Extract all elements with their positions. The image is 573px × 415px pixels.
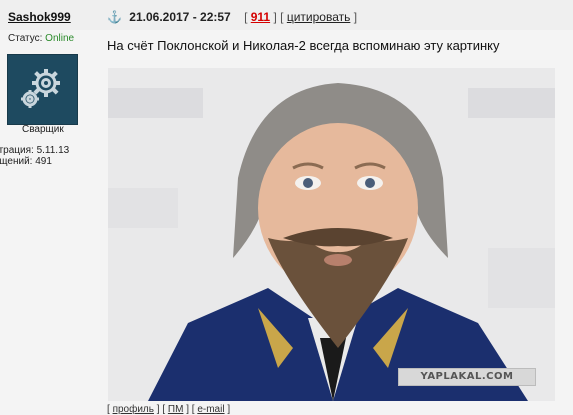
post-image — [108, 68, 555, 401]
post-text: На счёт Поклонской и Николая-2 всегда вс… — [107, 38, 500, 53]
footer-bracket-open: [ — [162, 404, 166, 415]
quote-link[interactable]: цитировать — [287, 10, 351, 24]
footer-bracket-open: [ — [191, 404, 195, 415]
author-role: Сварщик — [22, 124, 64, 135]
profile-link[interactable]: профиль — [113, 404, 154, 415]
author-sidebar: Статус: Online Сварщик трация: 5.11.13 щ… — [0, 30, 100, 414]
author-username[interactable]: Sashok999 — [8, 10, 71, 24]
post-footer-links: [ профиль ] [ ПМ ] [ e-mail ] — [107, 404, 230, 415]
quote-bracket-open: [ — [280, 10, 284, 24]
registration-date: истрация: 5.11.13 — [0, 145, 70, 156]
status-line: Статус: Online — [8, 33, 74, 44]
pm-link[interactable]: ПМ — [168, 404, 184, 415]
footer-bracket-close: ] — [227, 404, 231, 415]
status-value: Online — [45, 33, 75, 44]
status-label: Статус: — [8, 33, 43, 44]
footer-bracket-open: [ — [107, 404, 110, 415]
avatar[interactable] — [7, 54, 78, 125]
photo-illustration — [108, 68, 555, 401]
anchor-icon[interactable]: ⚓ — [107, 10, 122, 24]
post-meta: ⚓ 21.06.2017 - 22:57 [ 911 ] [ цитироват… — [107, 10, 357, 24]
image-watermark: YAPLAKAL.COM — [398, 368, 536, 386]
footer-bracket-close: ] — [186, 404, 189, 415]
rating-link[interactable]: 911 — [251, 10, 270, 24]
post-count: общений: 491 — [0, 156, 52, 167]
rating-bracket-open: [ — [244, 10, 248, 24]
email-link[interactable]: e-mail — [197, 404, 224, 415]
quote-bracket-close: ] — [353, 10, 358, 24]
gears-icon — [21, 69, 60, 108]
rating-bracket-close: ] — [273, 10, 277, 24]
post-date: 21.06.2017 - 22:57 — [129, 10, 231, 24]
footer-bracket-close: ] — [156, 404, 160, 415]
